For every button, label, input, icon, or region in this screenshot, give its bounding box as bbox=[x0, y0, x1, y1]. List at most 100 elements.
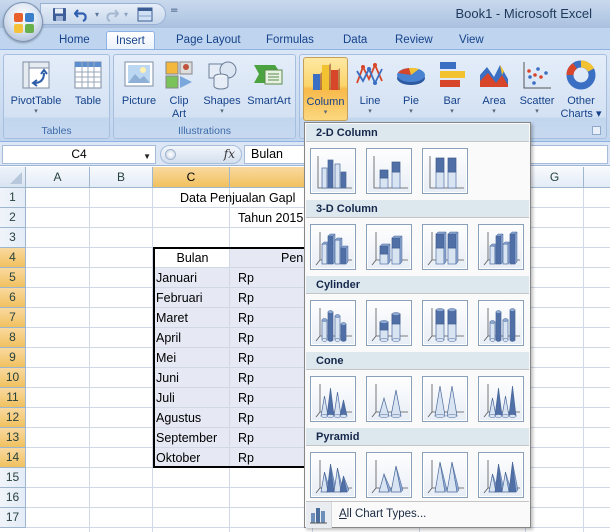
table-button[interactable]: Table bbox=[68, 57, 108, 121]
row-header-16[interactable]: 16 bbox=[0, 488, 26, 508]
customize-qat-icon[interactable]: = bbox=[170, 5, 178, 16]
row-header-7[interactable]: 7 bbox=[0, 308, 26, 328]
shapes-button[interactable]: Shapes ▾ bbox=[200, 57, 244, 121]
tab-home[interactable]: Home bbox=[50, 31, 99, 50]
column-header-G[interactable]: G bbox=[526, 167, 584, 188]
chart-option-stacked-column[interactable] bbox=[366, 148, 412, 194]
title-cell[interactable]: Data Penjualan Gapl bbox=[180, 188, 295, 208]
line-chart-icon bbox=[356, 62, 383, 86]
clip-art-button[interactable]: Clip Art bbox=[163, 57, 195, 121]
chart-option-clustered-cone[interactable] bbox=[310, 376, 356, 422]
undo-icon[interactable] bbox=[73, 7, 89, 23]
chart-option-3-d-pyramid[interactable] bbox=[478, 452, 524, 498]
tab-formulas[interactable]: Formulas bbox=[257, 31, 323, 50]
save-icon[interactable] bbox=[51, 7, 67, 22]
row-header-12[interactable]: 12 bbox=[0, 408, 26, 428]
print-preview-icon[interactable] bbox=[137, 7, 153, 22]
chart-option-clustered-cylinder[interactable] bbox=[310, 300, 356, 346]
row-header-17[interactable]: 17 bbox=[0, 508, 26, 528]
section-header-3-d-column: 3-D Column bbox=[306, 200, 529, 218]
row-header-8[interactable]: 8 bbox=[0, 328, 26, 348]
column-header-col7[interactable] bbox=[584, 167, 610, 188]
column-header-col3[interactable] bbox=[230, 167, 313, 188]
name-box-dropdown-icon[interactable]: ▼ bbox=[143, 148, 151, 165]
cone-base-mark bbox=[446, 414, 458, 418]
select-all-button[interactable] bbox=[0, 167, 26, 188]
name-box[interactable]: C4 ▼ bbox=[2, 145, 156, 164]
cone-base-mark bbox=[501, 414, 510, 418]
chart-option-100-stacked-column-in-3-d[interactable] bbox=[422, 224, 468, 270]
row-header-6[interactable]: 6 bbox=[0, 288, 26, 308]
cylinder-base-mark bbox=[435, 338, 445, 342]
pie-chart-button[interactable]: Pie ▾ bbox=[392, 57, 430, 121]
redo-icon[interactable] bbox=[103, 7, 119, 22]
row-header-15[interactable]: 15 bbox=[0, 468, 26, 488]
column-mark bbox=[340, 171, 347, 189]
smartart-button[interactable]: SmartArt bbox=[244, 57, 294, 121]
quick-access-toolbar: ▾ ▾ bbox=[40, 3, 166, 25]
chart-option-3-d-clustered-column[interactable] bbox=[310, 224, 356, 270]
clustered-pyramid-icon bbox=[315, 460, 352, 494]
area-chart-button[interactable]: Area ▾ bbox=[474, 57, 514, 121]
row-header-11[interactable]: 11 bbox=[0, 388, 26, 408]
all-chart-types-item[interactable]: All Chart Types... bbox=[306, 501, 529, 528]
office-button[interactable] bbox=[3, 2, 43, 42]
bar-chart-button[interactable]: Bar ▾ bbox=[433, 57, 471, 121]
chart-option-stacked-cylinder[interactable] bbox=[366, 300, 412, 346]
column-mark bbox=[327, 235, 334, 265]
row-header-3[interactable]: 3 bbox=[0, 228, 26, 248]
cylinder-top-mark bbox=[502, 318, 509, 322]
other-charts-button[interactable]: Other Charts ▾ bbox=[559, 57, 603, 121]
row-header-2[interactable]: 2 bbox=[0, 208, 26, 228]
cone-base-mark bbox=[326, 414, 335, 418]
row-header-10[interactable]: 10 bbox=[0, 368, 26, 388]
chart-option-stacked-cone[interactable] bbox=[366, 376, 412, 422]
cylinder-base-mark bbox=[379, 338, 389, 342]
subtitle-cell[interactable]: Tahun 2015 bbox=[238, 208, 303, 228]
row-header-9[interactable]: 9 bbox=[0, 348, 26, 368]
pivottable-label: PivotTable bbox=[10, 95, 62, 107]
title-bar: ▾ ▾ = Book1 - Microsoft Excel bbox=[0, 0, 610, 28]
column-chart-button[interactable]: Column ▾ bbox=[303, 57, 348, 121]
charts-dialog-launcher-icon[interactable] bbox=[592, 126, 601, 135]
3-d-pyramid-icon bbox=[483, 460, 520, 494]
column-header-B[interactable]: B bbox=[90, 167, 153, 188]
chart-option-100-stacked-cone[interactable] bbox=[422, 376, 468, 422]
row-header-5[interactable]: 5 bbox=[0, 268, 26, 288]
chart-option-stacked-pyramid[interactable] bbox=[366, 452, 412, 498]
row-header-13[interactable]: 13 bbox=[0, 428, 26, 448]
chart-option-100-stacked-column[interactable] bbox=[422, 148, 468, 194]
chart-option-100-stacked-pyramid[interactable] bbox=[422, 452, 468, 498]
axis-mark bbox=[371, 384, 408, 418]
tab-insert[interactable]: Insert bbox=[106, 31, 155, 50]
column-mark bbox=[379, 253, 389, 265]
chart-option-clustered-column[interactable] bbox=[310, 148, 356, 194]
insert-function-button[interactable]: fx bbox=[224, 147, 235, 161]
row-header-1[interactable]: 1 bbox=[0, 188, 26, 208]
row-header-4[interactable]: 4 bbox=[0, 248, 26, 268]
chart-option-clustered-pyramid[interactable] bbox=[310, 452, 356, 498]
expand-handle-icon[interactable] bbox=[165, 149, 176, 160]
chart-option-stacked-column-in-3-d[interactable] bbox=[366, 224, 412, 270]
chart-option-3-d-cylinder[interactable] bbox=[478, 300, 524, 346]
tab-data[interactable]: Data bbox=[334, 31, 376, 50]
row-header-14[interactable]: 14 bbox=[0, 448, 26, 468]
line-chart-button[interactable]: Line ▾ bbox=[350, 57, 390, 121]
scatter-chart-button[interactable]: Scatter ▾ bbox=[516, 57, 558, 121]
cylinder-mark bbox=[340, 323, 347, 341]
chart-option-100-stacked-cylinder[interactable] bbox=[422, 300, 468, 346]
pie-dropdown-icon: ▾ bbox=[409, 108, 413, 115]
column-header-A[interactable]: A bbox=[26, 167, 90, 188]
scatter-dropdown-icon: ▾ bbox=[535, 108, 539, 115]
tab-page-layout[interactable]: Page Layout bbox=[167, 31, 250, 50]
picture-button[interactable]: Picture bbox=[117, 57, 161, 121]
pivottable-button[interactable]: PivotTable ▾ bbox=[6, 57, 66, 121]
tab-review[interactable]: Review bbox=[386, 31, 442, 50]
column-mark bbox=[379, 245, 389, 255]
redo-dropdown-icon[interactable]: ▾ bbox=[118, 7, 134, 22]
tab-view[interactable]: View bbox=[450, 31, 493, 50]
chart-option-3-d-column[interactable] bbox=[478, 224, 524, 270]
column-header-C[interactable]: C bbox=[153, 167, 230, 188]
picture-label: Picture bbox=[121, 95, 157, 107]
chart-option-3-d-cone[interactable] bbox=[478, 376, 524, 422]
